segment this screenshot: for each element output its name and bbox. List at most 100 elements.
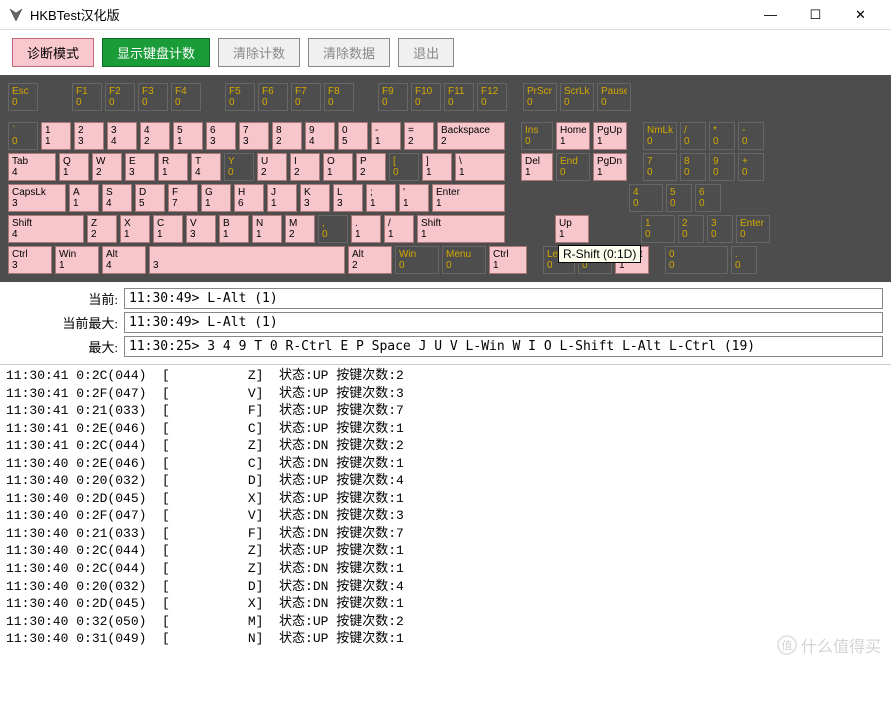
key-[interactable]: ,0 bbox=[318, 215, 348, 243]
key-o[interactable]: O1 bbox=[323, 153, 353, 181]
key-[interactable]: ;1 bbox=[366, 184, 396, 212]
key-[interactable]: =2 bbox=[404, 122, 434, 150]
maximize-button[interactable]: ☐ bbox=[793, 0, 838, 30]
minimize-button[interactable]: — bbox=[748, 0, 793, 30]
key-f1[interactable]: F10 bbox=[72, 83, 102, 111]
key-del[interactable]: Del1 bbox=[521, 153, 553, 181]
key-y[interactable]: Y0 bbox=[224, 153, 254, 181]
key-2[interactable]: 23 bbox=[74, 122, 104, 150]
key-v[interactable]: V3 bbox=[186, 215, 216, 243]
diag-mode-button[interactable]: 诊断模式 bbox=[12, 38, 94, 67]
key-p[interactable]: P2 bbox=[356, 153, 386, 181]
key-nmlk[interactable]: NmLk0 bbox=[643, 122, 677, 150]
key-pgup[interactable]: PgUp1 bbox=[593, 122, 627, 150]
key-f[interactable]: F7 bbox=[168, 184, 198, 212]
key-0[interactable]: 05 bbox=[338, 122, 368, 150]
key-2[interactable]: 20 bbox=[678, 215, 704, 243]
key-6[interactable]: 63 bbox=[206, 122, 236, 150]
key-end[interactable]: End0 bbox=[556, 153, 590, 181]
key-[interactable]: /0 bbox=[680, 122, 706, 150]
exit-button[interactable]: 退出 bbox=[398, 38, 454, 67]
key-1[interactable]: 11 bbox=[41, 122, 71, 150]
key-0[interactable]: 00 bbox=[665, 246, 728, 274]
key-a[interactable]: A1 bbox=[69, 184, 99, 212]
key-j[interactable]: J1 bbox=[267, 184, 297, 212]
clear-count-button[interactable]: 清除计数 bbox=[218, 38, 300, 67]
key-f12[interactable]: F120 bbox=[477, 83, 507, 111]
key-esc[interactable]: Esc0 bbox=[8, 83, 38, 111]
key-f4[interactable]: F40 bbox=[171, 83, 201, 111]
key-scrlk[interactable]: ScrLk0 bbox=[560, 83, 594, 111]
key-f6[interactable]: F60 bbox=[258, 83, 288, 111]
key-[interactable]: \1 bbox=[455, 153, 505, 181]
key-[interactable]: -0 bbox=[738, 122, 764, 150]
key-enter[interactable]: Enter1 bbox=[432, 184, 505, 212]
key-w[interactable]: W2 bbox=[92, 153, 122, 181]
key-1[interactable]: 10 bbox=[641, 215, 675, 243]
key-[interactable]: ]1 bbox=[422, 153, 452, 181]
key-u[interactable]: U2 bbox=[257, 153, 287, 181]
show-count-button[interactable]: 显示键盘计数 bbox=[102, 38, 210, 67]
key-pause[interactable]: Pause0 bbox=[597, 83, 631, 111]
key-3[interactable]: 34 bbox=[107, 122, 137, 150]
close-button[interactable]: ✕ bbox=[838, 0, 883, 30]
key-s[interactable]: S4 bbox=[102, 184, 132, 212]
key-[interactable]: .1 bbox=[351, 215, 381, 243]
key-5[interactable]: 51 bbox=[173, 122, 203, 150]
key-z[interactable]: Z2 bbox=[87, 215, 117, 243]
current-max-input[interactable] bbox=[124, 312, 883, 333]
key-5[interactable]: 50 bbox=[666, 184, 692, 212]
key-ctrl[interactable]: Ctrl1 bbox=[489, 246, 527, 274]
key-f2[interactable]: F20 bbox=[105, 83, 135, 111]
key-l[interactable]: L3 bbox=[333, 184, 363, 212]
clear-data-button[interactable]: 清除数据 bbox=[308, 38, 390, 67]
key-prscr[interactable]: PrScr0 bbox=[523, 83, 557, 111]
key-q[interactable]: Q1 bbox=[59, 153, 89, 181]
key-[interactable]: /1 bbox=[384, 215, 414, 243]
key-8[interactable]: 80 bbox=[680, 153, 706, 181]
key-ins[interactable]: Ins0 bbox=[521, 122, 553, 150]
key-capslk[interactable]: CapsLk3 bbox=[8, 184, 66, 212]
max-input[interactable] bbox=[124, 336, 883, 357]
key-d[interactable]: D5 bbox=[135, 184, 165, 212]
key-8[interactable]: 82 bbox=[272, 122, 302, 150]
key-[interactable]: [0 bbox=[389, 153, 419, 181]
key-t[interactable]: T4 bbox=[191, 153, 221, 181]
key-i[interactable]: I2 bbox=[290, 153, 320, 181]
key-n[interactable]: N1 bbox=[252, 215, 282, 243]
key-3[interactable]: 30 bbox=[707, 215, 733, 243]
key-[interactable]: .0 bbox=[731, 246, 757, 274]
key-g[interactable]: G1 bbox=[201, 184, 231, 212]
key-[interactable]: -1 bbox=[371, 122, 401, 150]
key-alt[interactable]: Alt2 bbox=[348, 246, 392, 274]
key-f7[interactable]: F70 bbox=[291, 83, 321, 111]
key-r[interactable]: R1 bbox=[158, 153, 188, 181]
key-x[interactable]: X1 bbox=[120, 215, 150, 243]
key-7[interactable]: 73 bbox=[239, 122, 269, 150]
key-4[interactable]: 42 bbox=[140, 122, 170, 150]
key-win[interactable]: Win1 bbox=[55, 246, 99, 274]
key-7[interactable]: 70 bbox=[643, 153, 677, 181]
key-f11[interactable]: F110 bbox=[444, 83, 474, 111]
key-f10[interactable]: F100 bbox=[411, 83, 441, 111]
key-backspace[interactable]: Backspace2 bbox=[437, 122, 505, 150]
key-[interactable]: `0 bbox=[8, 122, 38, 150]
key-f8[interactable]: F80 bbox=[324, 83, 354, 111]
key-m[interactable]: M2 bbox=[285, 215, 315, 243]
key-h[interactable]: H6 bbox=[234, 184, 264, 212]
key-shift[interactable]: Shift4 bbox=[8, 215, 84, 243]
key-6[interactable]: 60 bbox=[695, 184, 721, 212]
key-c[interactable]: C1 bbox=[153, 215, 183, 243]
key-menu[interactable]: Menu0 bbox=[442, 246, 486, 274]
key-9[interactable]: 94 bbox=[305, 122, 335, 150]
key-9[interactable]: 90 bbox=[709, 153, 735, 181]
key-4[interactable]: 40 bbox=[629, 184, 663, 212]
key-pgdn[interactable]: PgDn1 bbox=[593, 153, 627, 181]
key-tab[interactable]: Tab4 bbox=[8, 153, 56, 181]
key-home[interactable]: Home1 bbox=[556, 122, 590, 150]
key-b[interactable]: B1 bbox=[219, 215, 249, 243]
key-[interactable]: +0 bbox=[738, 153, 764, 181]
key-enter[interactable]: Enter0 bbox=[736, 215, 770, 243]
key-e[interactable]: E3 bbox=[125, 153, 155, 181]
key-f5[interactable]: F50 bbox=[225, 83, 255, 111]
